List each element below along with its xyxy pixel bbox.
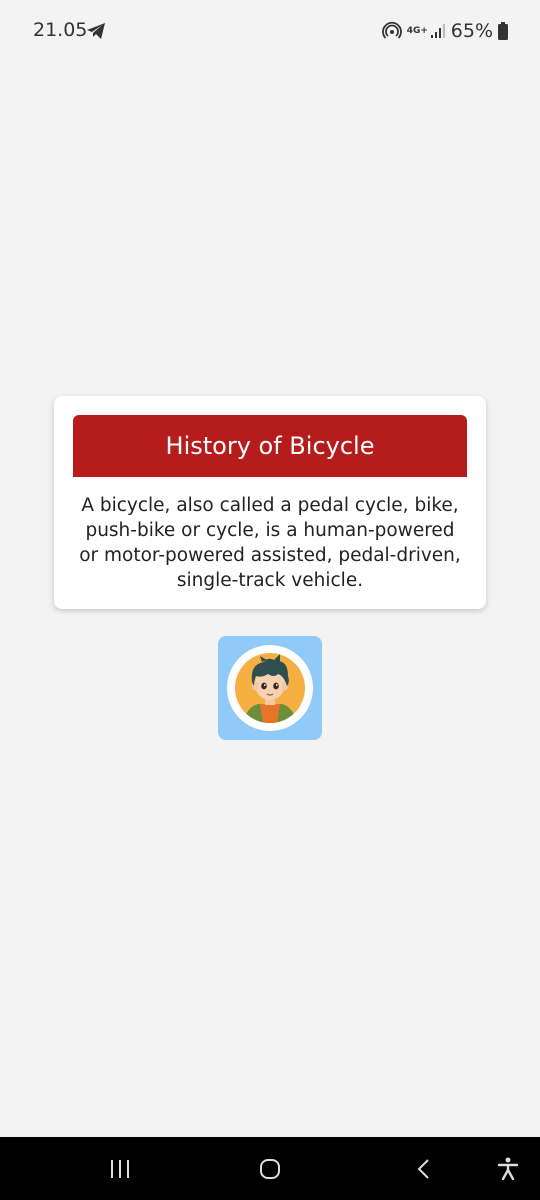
status-icons: 4G+ 65% xyxy=(381,19,508,43)
avatar[interactable] xyxy=(218,636,322,740)
hotspot-icon xyxy=(381,21,402,39)
card-description: A bicycle, also called a pedal cycle, bi… xyxy=(79,495,461,591)
cartoon-boy-avatar-icon xyxy=(227,645,313,731)
card-header: History of Bicycle xyxy=(73,415,467,477)
recent-apps-icon xyxy=(111,1159,129,1178)
card-title: History of Bicycle xyxy=(165,432,375,460)
telegram-icon xyxy=(87,23,105,39)
back-button[interactable] xyxy=(400,1137,448,1200)
status-time: 21.05 xyxy=(33,19,88,41)
navigation-bar xyxy=(0,1137,540,1200)
battery-percentage: 65% xyxy=(450,20,493,42)
info-card: History of Bicycle A bicycle, also calle… xyxy=(54,396,486,609)
home-button[interactable] xyxy=(246,1137,294,1200)
back-icon xyxy=(417,1158,429,1179)
accessibility-icon xyxy=(497,1157,519,1180)
status-bar: 21.05 4G+ 65% xyxy=(0,0,540,60)
accessibility-button[interactable] xyxy=(484,1137,532,1200)
recent-apps-button[interactable] xyxy=(96,1137,144,1200)
battery-icon xyxy=(498,22,508,40)
network-type-icon: 4G+ xyxy=(406,25,428,36)
signal-icon xyxy=(430,24,445,38)
home-icon xyxy=(260,1158,280,1179)
